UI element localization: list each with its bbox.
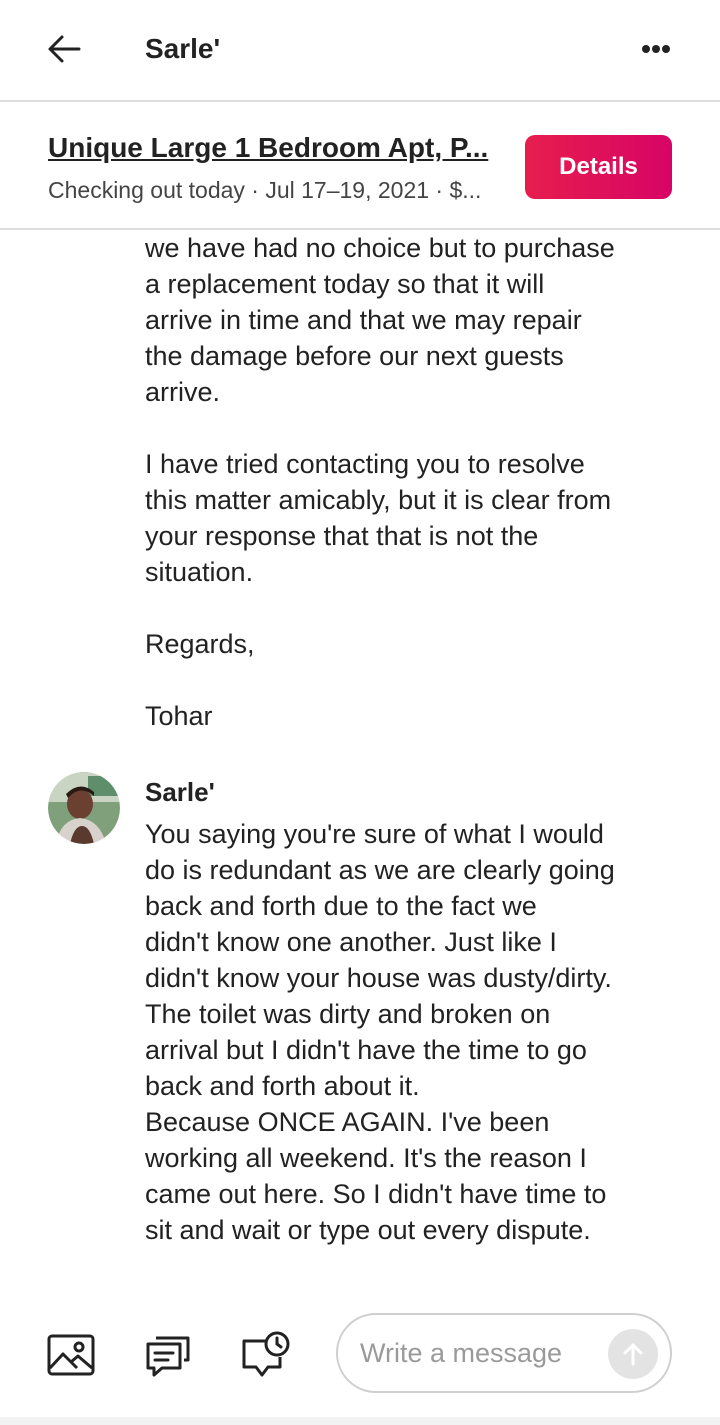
send-arrow-icon	[623, 1343, 643, 1366]
back-arrow-icon	[48, 35, 81, 63]
scheduled-messages-button[interactable]	[240, 1330, 290, 1380]
message-body: You saying you're sure of what I would d…	[145, 819, 615, 1245]
scheduled-message-icon	[242, 1331, 290, 1377]
message-composer	[0, 1300, 720, 1410]
sender-name: Sarle'	[145, 777, 215, 807]
send-button[interactable]	[608, 1329, 658, 1379]
more-dots-icon	[642, 45, 670, 53]
quick-reply-icon	[146, 1336, 190, 1377]
details-button[interactable]: Details	[525, 135, 672, 199]
avatar[interactable]	[48, 772, 120, 844]
avatar-photo	[48, 772, 120, 844]
message-input-pill	[336, 1313, 672, 1393]
listing-subtitle: Checking out today · Jul 17–19, 2021 · $…	[48, 177, 482, 203]
image-icon	[47, 1334, 95, 1376]
more-options-button[interactable]	[632, 30, 680, 68]
listing-header: Unique Large 1 Bedroom Apt, P... Checkin…	[0, 104, 720, 230]
attach-photo-button[interactable]	[46, 1330, 96, 1380]
message-thread[interactable]: we have had no choice but to purchase a …	[0, 232, 720, 1292]
quick-replies-button[interactable]	[143, 1330, 193, 1380]
bottom-divider	[0, 1417, 720, 1425]
conversation-title: Sarle'	[145, 33, 221, 64]
top-bar: Sarle'	[0, 0, 720, 102]
message-input[interactable]	[360, 1333, 600, 1373]
message-body: we have had no choice but to purchase a …	[145, 233, 615, 731]
listing-title-link[interactable]: Unique Large 1 Bedroom Apt, P...	[48, 130, 500, 166]
back-button[interactable]	[40, 28, 88, 70]
